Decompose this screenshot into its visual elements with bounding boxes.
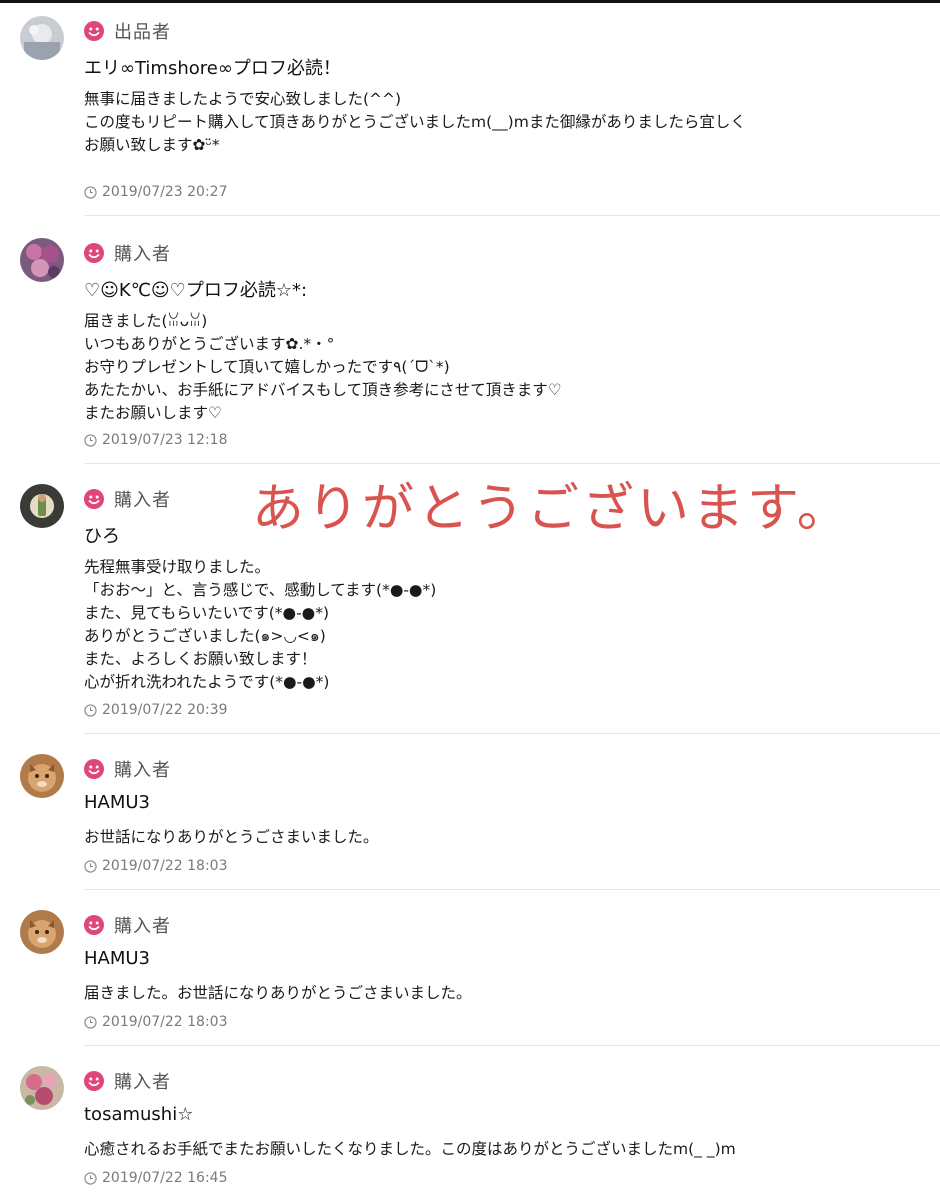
avatar[interactable] xyxy=(20,1066,64,1110)
review-entry: 購入者 tosamushi☆ 心癒されるお手紙でまたお願いしたくなりました。この… xyxy=(0,1056,940,1200)
role-row: 購入者 xyxy=(84,240,171,266)
username[interactable]: HAMU3 xyxy=(84,792,150,813)
message-body: お世話になりありがとうごさまいました。 xyxy=(84,826,379,849)
message-line: ありがとうございました(๑>◡<๑) xyxy=(84,627,326,645)
message-line: また、よろしくお願い致します！ xyxy=(84,650,317,668)
message-line: 心癒されるお手紙でまたお願いしたくなりました。この度はありがとうございましたm(… xyxy=(84,1140,736,1158)
message-line: あたたかい、お手紙にアドバイスもして頂き参考にさせて頂きます♡ xyxy=(84,381,562,399)
thank-you-overlay: ありがとうございます。 xyxy=(252,479,852,539)
divider xyxy=(84,889,940,890)
review-entry: 出品者 エリ∞Timshore∞プロフ必読！ 無事に届きましたようで安心致しまし… xyxy=(0,6,940,220)
message-line: 届きました(ꈍᴗꈍ) xyxy=(84,312,208,330)
role-row: 購入者 xyxy=(84,756,171,782)
message-line: 「おお〜」と、言う感じで、感動してます(*●-●*) xyxy=(84,581,437,599)
message-line: いつもありがとうございます✿.*・° xyxy=(84,335,335,353)
review-entry: 購入者 HAMU3 届きました。お世話になりありがとうごさまいました。 2019… xyxy=(0,900,940,1048)
username[interactable]: ♡☺K℃☺♡プロフ必読☆*: xyxy=(84,276,307,302)
role-label: 購入者 xyxy=(114,244,171,265)
timestamp-text: 2019/07/22 18:03 xyxy=(102,858,228,874)
timestamp: 2019/07/22 16:45 xyxy=(84,1170,228,1186)
timestamp-text: 2019/07/22 18:03 xyxy=(102,1014,228,1030)
clock-icon xyxy=(84,185,97,199)
message-line: お願い致します✿ᵕ̈* xyxy=(84,136,220,154)
role-label: 購入者 xyxy=(114,916,171,937)
smile-icon xyxy=(84,915,104,935)
message-line: 届きました。お世話になりありがとうごさまいました。 xyxy=(84,984,472,1002)
clock-icon xyxy=(84,859,97,873)
message-line: 先程無事受け取りました。 xyxy=(84,558,271,576)
username[interactable]: HAMU3 xyxy=(84,948,150,969)
message-body: 無事に届きましたようで安心致しました(^^) この度もリピート購入して頂きありが… xyxy=(84,88,746,157)
avatar[interactable] xyxy=(20,238,64,282)
clock-icon xyxy=(84,1015,97,1029)
smile-icon xyxy=(84,1071,104,1091)
message-body: 届きました(ꈍᴗꈍ) いつもありがとうございます✿.*・° お守りプレゼントして… xyxy=(84,310,562,425)
timestamp-text: 2019/07/23 12:18 xyxy=(102,432,228,448)
timestamp-text: 2019/07/23 20:27 xyxy=(102,184,228,200)
review-entry: 購入者 HAMU3 お世話になりありがとうごさまいました。 2019/07/22… xyxy=(0,744,940,892)
timestamp-text: 2019/07/22 16:45 xyxy=(102,1170,228,1186)
review-entry: 購入者 ♡☺K℃☺♡プロフ必読☆*: 届きました(ꈍᴗꈍ) いつもありがとうござ… xyxy=(0,228,940,466)
message-line: またお願いします♡ xyxy=(84,404,222,422)
divider xyxy=(84,215,940,216)
username[interactable]: tosamushi☆ xyxy=(84,1104,193,1125)
username[interactable]: ひろ xyxy=(84,522,120,548)
message-body: 届きました。お世話になりありがとうごさまいました。 xyxy=(84,982,472,1005)
divider xyxy=(84,733,940,734)
top-border xyxy=(0,0,940,3)
timestamp-text: 2019/07/22 20:39 xyxy=(102,702,228,718)
avatar[interactable] xyxy=(20,754,64,798)
role-label: 購入者 xyxy=(114,490,171,511)
clock-icon xyxy=(84,433,97,447)
message-line: 心が折れ洗われたようです(*●-●*) xyxy=(84,673,330,691)
timestamp: 2019/07/22 18:03 xyxy=(84,858,228,874)
role-row: 購入者 xyxy=(84,486,171,512)
clock-icon xyxy=(84,703,97,717)
avatar[interactable] xyxy=(20,910,64,954)
smile-icon xyxy=(84,759,104,779)
message-line: この度もリピート購入して頂きありがとうございましたm(__)mまた御縁がありまし… xyxy=(84,113,746,131)
role-label: 出品者 xyxy=(114,22,171,43)
role-label: 購入者 xyxy=(114,760,171,781)
smile-icon xyxy=(84,21,104,41)
divider xyxy=(84,1045,940,1046)
role-label: 購入者 xyxy=(114,1072,171,1093)
message-line: 無事に届きましたようで安心致しました(^^) xyxy=(84,90,402,108)
smile-icon xyxy=(84,489,104,509)
username[interactable]: エリ∞Timshore∞プロフ必読！ xyxy=(84,54,341,80)
avatar[interactable] xyxy=(20,16,64,60)
avatar[interactable] xyxy=(20,484,64,528)
timestamp: 2019/07/22 20:39 xyxy=(84,702,228,718)
role-row: 購入者 xyxy=(84,1068,171,1094)
message-body: 心癒されるお手紙でまたお願いしたくなりました。この度はありがとうございましたm(… xyxy=(84,1138,736,1161)
clock-icon xyxy=(84,1171,97,1185)
timestamp: 2019/07/22 18:03 xyxy=(84,1014,228,1030)
timestamp: 2019/07/23 12:18 xyxy=(84,432,228,448)
message-line: お守りプレゼントして頂いて嬉しかったです٩(ˊᗜˋ*) xyxy=(84,358,450,376)
smile-icon xyxy=(84,243,104,263)
message-line: また、見てもらいたいです(*●-●*) xyxy=(84,604,329,622)
timestamp: 2019/07/23 20:27 xyxy=(84,184,228,200)
divider xyxy=(84,463,940,464)
role-row: 出品者 xyxy=(84,18,171,44)
message-body: 先程無事受け取りました。 「おお〜」と、言う感じで、感動してます(*●-●*) … xyxy=(84,556,436,694)
role-row: 購入者 xyxy=(84,912,171,938)
message-line: お世話になりありがとうごさまいました。 xyxy=(84,828,379,846)
